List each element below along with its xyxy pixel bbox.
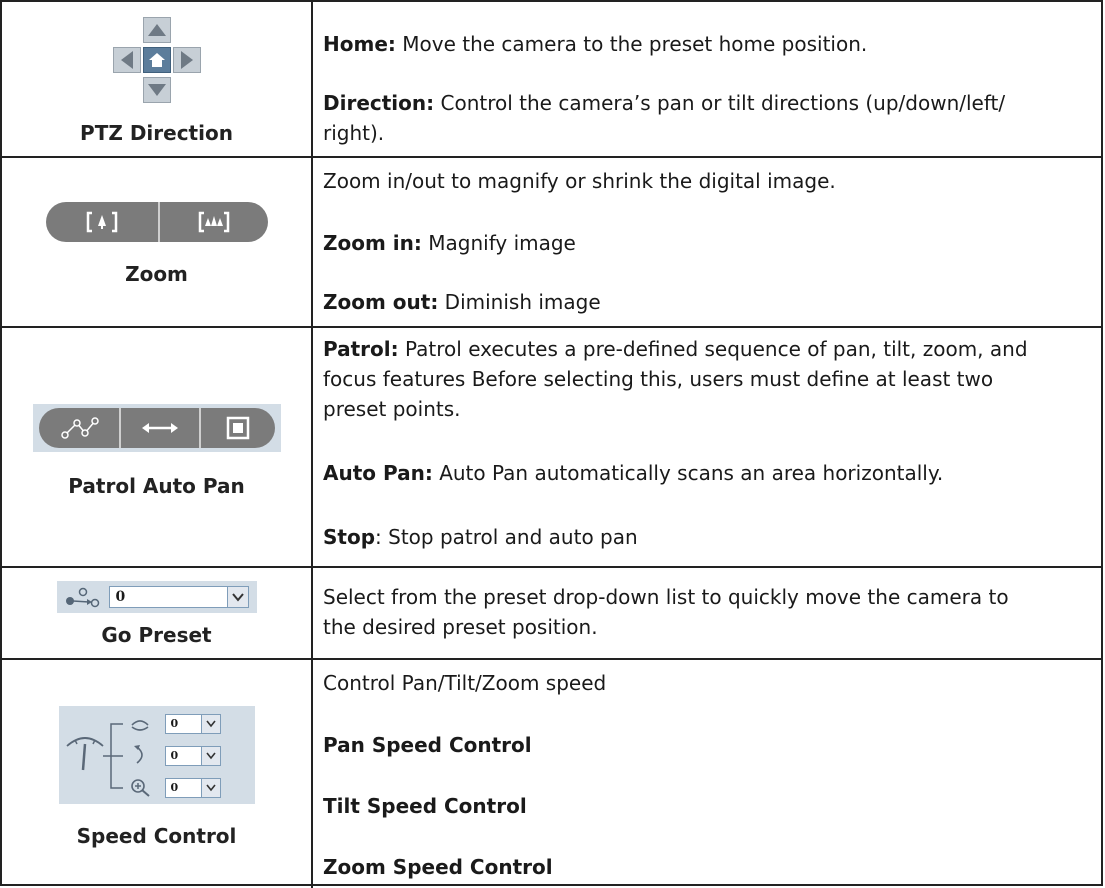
- dropdown-arrow-icon[interactable]: [200, 747, 220, 765]
- ptz-direction-desc: Home: Move the camera to the preset home…: [313, 2, 1101, 156]
- row-go-preset: 0 Go Preset Select from the preset drop-…: [2, 566, 1101, 658]
- row-speed-control: 0 0 0 Speed Control Control Pan/Tilt/Zoo…: [2, 658, 1101, 888]
- speed-control-caption: Speed Control: [76, 824, 237, 848]
- ptz-direction-cell: PTZ Direction: [2, 2, 313, 156]
- zoom-out-desc: Zoom out: Diminish image: [323, 290, 601, 314]
- go-preset-desc: Select from the preset drop-down list to…: [313, 568, 1101, 658]
- preset-select[interactable]: 0: [108, 586, 249, 608]
- arrow-down-icon[interactable]: [142, 77, 171, 103]
- auto-pan-desc: Auto Pan: Auto Pan automatically scans a…: [323, 461, 944, 485]
- zoom-in-icon[interactable]: [46, 202, 158, 242]
- tilt-speed-label: Tilt Speed Control: [323, 794, 527, 818]
- speed-intro: Control Pan/Tilt/Zoom speed: [323, 671, 607, 695]
- zoom-caption: Zoom: [125, 262, 188, 286]
- patrol-desc-text: Patrol: Patrol executes a pre-defined se…: [323, 337, 1028, 421]
- patrol-icon[interactable]: [39, 408, 119, 448]
- tilt-speed-value: 0: [170, 749, 179, 762]
- row-zoom: Zoom Zoom in/out to magnify or shrink th…: [2, 156, 1101, 326]
- auto-pan-icon[interactable]: [118, 408, 199, 448]
- pan-speed-label: Pan Speed Control: [323, 733, 532, 757]
- dropdown-arrow-icon[interactable]: [226, 587, 248, 607]
- go-preset-control: 0: [56, 581, 257, 613]
- zoom-control: [45, 202, 268, 242]
- zoom-intro: Zoom in/out to magnify or shrink the dig…: [323, 169, 836, 193]
- patrol-caption: Patrol Auto Pan: [68, 474, 245, 498]
- arrow-up-icon[interactable]: [142, 17, 171, 43]
- preset-select-value: 0: [115, 589, 126, 605]
- pan-speed-value: 0: [170, 717, 179, 730]
- stop-icon[interactable]: [198, 408, 275, 448]
- patrol-cell: Patrol Auto Pan: [2, 328, 313, 566]
- pan-speed-icon: [130, 720, 149, 731]
- zoom-in-desc: Zoom in: Magnify image: [323, 231, 576, 255]
- go-preset-caption: Go Preset: [101, 623, 212, 647]
- patrol-control-bg: [32, 404, 281, 452]
- patrol-control: [38, 408, 275, 448]
- zoom-speed-label: Zoom Speed Control: [323, 855, 553, 879]
- stop-desc: Stop: Stop patrol and auto pan: [323, 525, 638, 549]
- ptz-direction-caption: PTZ Direction: [80, 121, 233, 145]
- zoom-desc: Zoom in/out to magnify or shrink the dig…: [313, 158, 1101, 326]
- tilt-speed-icon: [133, 745, 143, 764]
- row-ptz-direction: PTZ Direction Home: Move the camera to t…: [2, 2, 1101, 156]
- zoom-cell: Zoom: [2, 158, 313, 326]
- pan-speed-select[interactable]: 0: [164, 714, 221, 734]
- row-patrol-auto-pan: Patrol Auto Pan Patrol: Patrol executes …: [2, 326, 1101, 566]
- go-preset-desc-text: Select from the preset drop-down list to…: [323, 585, 1009, 639]
- speed-control-desc: Control Pan/Tilt/Zoom speed Pan Speed Co…: [313, 660, 1101, 888]
- zoom-speed-value: 0: [170, 781, 179, 794]
- home-desc: Home: Move the camera to the preset home…: [323, 32, 868, 56]
- speed-bracket: [102, 723, 123, 789]
- zoom-speed-select[interactable]: 0: [164, 778, 221, 798]
- ptz-direction-pad: [109, 17, 205, 105]
- go-preset-cell: 0 Go Preset: [2, 568, 313, 658]
- dropdown-arrow-icon[interactable]: [200, 715, 220, 733]
- arrow-left-icon[interactable]: [112, 47, 141, 73]
- zoom-speed-icon: [130, 779, 150, 797]
- arrow-right-icon[interactable]: [172, 47, 201, 73]
- speed-control-cell: 0 0 0 Speed Control: [2, 660, 313, 888]
- direction-desc: Direction: Control the camera’s pan or t…: [323, 91, 1006, 145]
- speed-gauge-icon: [65, 737, 104, 771]
- tilt-speed-select[interactable]: 0: [164, 746, 221, 766]
- patrol-desc: Patrol: Patrol executes a pre-defined se…: [313, 328, 1101, 566]
- speed-control-panel: 0 0 0: [58, 706, 255, 804]
- dropdown-arrow-icon[interactable]: [200, 779, 220, 797]
- ptz-controls-table: PTZ Direction Home: Move the camera to t…: [0, 0, 1103, 888]
- home-icon[interactable]: [142, 47, 171, 73]
- go-preset-icon[interactable]: [65, 585, 101, 609]
- zoom-out-icon[interactable]: [157, 202, 268, 242]
